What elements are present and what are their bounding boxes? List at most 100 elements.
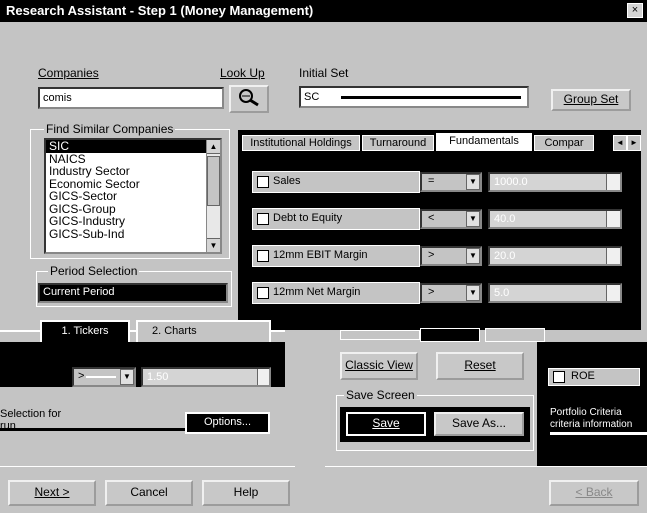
tab-prev-icon[interactable]: ◄ <box>613 135 627 151</box>
criteria-operator: < <box>428 212 435 224</box>
spin-buttons[interactable] <box>257 369 269 385</box>
window-title-bar: Research Assistant - Step 1 (Money Manag… <box>0 0 647 22</box>
combo-arrow-icon[interactable]: ▼ <box>466 174 480 190</box>
criteria-value: 5.0 <box>494 287 510 299</box>
criteria-checkbox[interactable] <box>257 287 269 299</box>
spin-buttons[interactable] <box>606 285 620 301</box>
period-legend: Period Selection <box>48 264 140 278</box>
criteria-operator-combo[interactable]: > ▼ <box>420 283 482 303</box>
find-similar-list[interactable]: SIC NAICS Industry Sector Economic Sector GI… <box>44 138 222 254</box>
roe-label: ROE <box>571 370 595 382</box>
lookup-label: Look Up <box>220 66 265 80</box>
bottom-separator-right <box>325 466 647 467</box>
list-item[interactable]: GICS-Industry <box>46 215 206 228</box>
tab-strip: Institutional Holdings Turnaround Fundamen… <box>242 133 612 153</box>
tab-compar[interactable]: Compar <box>534 135 594 151</box>
criteria-checkbox[interactable] <box>257 213 269 225</box>
save-button[interactable]: Save <box>346 412 426 436</box>
criteria-checkbox[interactable] <box>257 176 269 188</box>
save-as-button[interactable]: Save As... <box>434 412 524 436</box>
roe-checkbox[interactable] <box>553 371 565 383</box>
scroll-up-arrow-icon[interactable]: ▲ <box>207 140 220 154</box>
companies-input[interactable]: comis <box>38 87 224 109</box>
criteria-operator-combo[interactable]: < ▼ <box>420 209 482 229</box>
combo-arrow-icon[interactable]: ▼ <box>466 248 480 264</box>
partial-combo <box>420 328 480 342</box>
lower-left-spin[interactable]: 1.50 <box>141 367 271 387</box>
partial-row <box>340 330 420 340</box>
tab-institutional-holdings[interactable]: Institutional Holdings <box>242 135 360 151</box>
group-set-button[interactable]: Group Set <box>551 89 631 111</box>
criteria-operator: = <box>428 175 435 187</box>
lookup-button[interactable] <box>229 85 269 113</box>
spin-buttons[interactable] <box>606 174 620 190</box>
scroll-thumb[interactable] <box>207 156 220 206</box>
help-button[interactable]: Help <box>202 480 290 506</box>
tab-next-icon[interactable]: ► <box>627 135 641 151</box>
list-item[interactable]: SIC <box>46 140 206 153</box>
list-scrollbar[interactable]: ▲ ▼ <box>206 140 220 252</box>
criteria-row[interactable]: 12mm EBIT Margin <box>252 245 420 267</box>
criteria-value: 1000.0 <box>494 176 528 188</box>
save-screen-legend: Save Screen <box>344 388 417 402</box>
initial-set-label: Initial Set <box>299 66 349 80</box>
spin-buttons[interactable] <box>606 211 620 227</box>
criteria-label: Debt to Equity <box>273 212 343 224</box>
companies-label: Companies <box>38 66 99 80</box>
tab-scroll-buttons: ◄ ► <box>613 135 641 151</box>
find-similar-legend: Find Similar Companies <box>44 122 176 136</box>
scroll-down-arrow-icon[interactable]: ▼ <box>207 238 220 252</box>
bottom-separator-left <box>0 466 295 467</box>
list-item[interactable]: Industry Sector <box>46 165 206 178</box>
partial-spin <box>485 328 545 342</box>
criteria-operator: > <box>428 286 435 298</box>
combo-arrow-icon[interactable]: ▼ <box>466 211 480 227</box>
criteria-label: 12mm EBIT Margin <box>273 249 368 261</box>
initial-set-bar <box>341 96 521 99</box>
lower-left-bar <box>0 428 185 431</box>
right-dark-region <box>537 342 647 467</box>
next-button[interactable]: Next > <box>8 480 96 506</box>
cancel-button[interactable]: Cancel <box>105 480 193 506</box>
initial-set-field[interactable]: SC <box>299 86 529 108</box>
classic-view-button[interactable]: Classic View <box>340 352 418 380</box>
right-bar <box>550 432 647 435</box>
combo-line <box>86 376 116 378</box>
back-button[interactable]: < Back <box>549 480 639 506</box>
lower-left-spin-value: 1.50 <box>147 371 169 383</box>
options-button[interactable]: Options... <box>185 412 270 434</box>
list-item[interactable]: GICS-Sub-Ind <box>46 227 206 241</box>
tab-tickers[interactable]: 1. Tickers <box>40 320 130 344</box>
selection-for-label: Selection for <box>0 408 62 420</box>
criteria-checkbox[interactable] <box>257 250 269 262</box>
criteria-value-spin[interactable]: 5.0 <box>488 283 622 303</box>
period-select[interactable]: Current Period <box>38 283 228 303</box>
combo-arrow-icon[interactable]: ▼ <box>466 285 480 301</box>
list-item[interactable]: GICS-Sector <box>46 190 206 203</box>
criteria-label: Sales <box>273 175 301 187</box>
criteria-operator-combo[interactable]: > ▼ <box>420 246 482 266</box>
close-button[interactable]: × <box>627 3 643 18</box>
tab-turnaround[interactable]: Turnaround <box>362 135 434 151</box>
initial-set-value: SC <box>304 91 320 103</box>
tab-charts[interactable]: 2. Charts <box>136 320 271 344</box>
criteria-row[interactable]: 12mm Net Margin <box>252 282 420 304</box>
criteria-row[interactable]: Debt to Equity <box>252 208 420 230</box>
tab-fundamentals[interactable]: Fundamentals <box>436 133 532 151</box>
spin-buttons[interactable] <box>606 248 620 264</box>
criteria-info-text: criteria information <box>550 419 633 430</box>
magnifier-icon <box>239 89 259 107</box>
roe-row[interactable]: ROE <box>548 368 640 386</box>
lower-left-combo[interactable]: > ▼ <box>72 367 136 387</box>
criteria-row[interactable]: Sales <box>252 171 420 193</box>
criteria-operator: > <box>428 249 435 261</box>
criteria-value: 20.0 <box>494 250 516 262</box>
combo-arrow-icon[interactable]: ▼ <box>120 369 134 385</box>
criteria-value: 40.0 <box>494 213 516 225</box>
criteria-operator-combo[interactable]: = ▼ <box>420 172 482 192</box>
criteria-value-spin[interactable]: 20.0 <box>488 246 622 266</box>
criteria-value-spin[interactable]: 1000.0 <box>488 172 622 192</box>
criteria-value-spin[interactable]: 40.0 <box>488 209 622 229</box>
reset-button[interactable]: Reset <box>436 352 524 380</box>
criteria-label: 12mm Net Margin <box>273 286 361 298</box>
